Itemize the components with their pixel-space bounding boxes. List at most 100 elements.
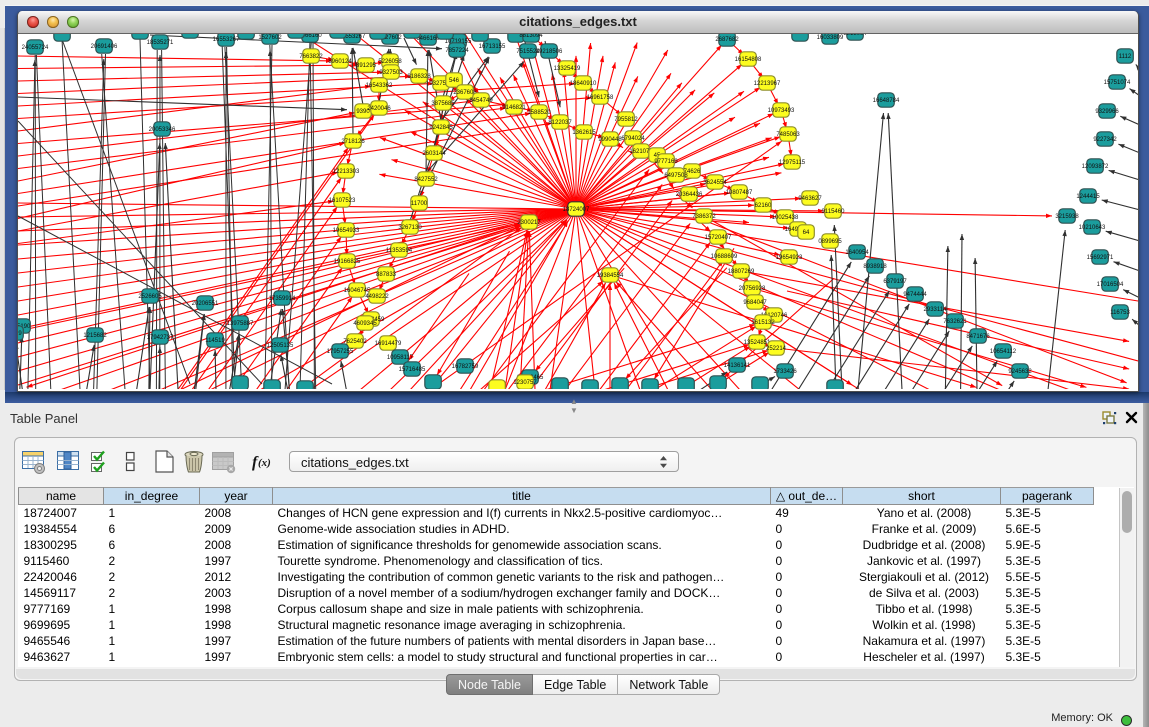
- svg-text:15720407: 15720407: [705, 235, 732, 241]
- svg-text:17016504: 17016504: [1097, 282, 1124, 288]
- svg-text:1588520: 1588520: [527, 110, 551, 116]
- svg-text:62160: 62160: [755, 203, 772, 209]
- svg-text:2526605: 2526605: [138, 294, 162, 300]
- svg-text:7955812: 7955812: [614, 117, 638, 123]
- svg-text:17957255: 17957255: [327, 349, 354, 355]
- svg-text:17942737: 17942737: [147, 335, 174, 341]
- svg-text:18535271: 18535271: [147, 40, 174, 46]
- svg-text:19654933: 19654933: [333, 228, 360, 234]
- svg-text:12213303: 12213303: [333, 169, 360, 175]
- svg-text:887833: 887833: [376, 272, 397, 278]
- svg-text:13975887: 13975887: [227, 321, 254, 327]
- svg-text:9242845: 9242845: [429, 125, 453, 131]
- svg-text:2603144: 2603144: [422, 151, 446, 157]
- svg-text:9777169: 9777169: [654, 159, 678, 165]
- svg-text:5226058: 5226058: [378, 59, 402, 65]
- svg-text:8427552: 8427552: [414, 177, 438, 183]
- svg-text:16107523: 16107523: [329, 198, 356, 204]
- svg-text:1244415: 1244415: [1076, 194, 1100, 200]
- svg-text:20691406: 20691406: [91, 44, 118, 50]
- svg-text:8960124: 8960124: [328, 59, 352, 65]
- svg-text:20364436: 20364436: [676, 192, 703, 198]
- svg-text:10973493: 10973493: [768, 108, 795, 114]
- svg-text:10210643: 10210643: [1079, 225, 1106, 231]
- svg-text:20053346: 20053346: [149, 127, 176, 133]
- svg-text:1733426: 1733426: [773, 369, 797, 375]
- svg-text:1362615: 1362615: [572, 130, 596, 136]
- svg-text:252214: 252214: [766, 346, 787, 352]
- svg-text:7663822: 7663822: [299, 54, 323, 60]
- svg-text:1640954: 1640954: [845, 250, 869, 256]
- svg-text:546: 546: [449, 78, 460, 84]
- svg-text:18807269: 18807269: [728, 269, 755, 275]
- svg-text:3624554: 3624554: [703, 180, 727, 186]
- svg-text:15716485: 15716485: [399, 367, 426, 373]
- svg-text:116753: 116753: [1110, 310, 1130, 316]
- svg-text:11353594: 11353594: [386, 248, 413, 254]
- svg-text:1215682: 1215682: [83, 333, 107, 339]
- svg-text:2420046: 2420046: [367, 106, 391, 112]
- svg-text:3919: 3919: [18, 331, 22, 337]
- svg-text:15692971: 15692971: [1087, 255, 1114, 261]
- svg-text:64: 64: [803, 230, 810, 236]
- svg-text:9245632: 9245632: [1008, 369, 1032, 375]
- svg-text:10025438: 10025438: [772, 215, 799, 221]
- svg-text:6794024: 6794024: [621, 136, 645, 142]
- svg-text:18640910: 18640910: [570, 81, 597, 87]
- svg-text:1230757: 1230757: [513, 380, 537, 386]
- svg-text:24055724: 24055724: [22, 45, 49, 51]
- svg-text:8813094: 8813094: [843, 34, 867, 37]
- svg-text:11700: 11700: [411, 201, 428, 207]
- svg-text:0899695: 0899695: [818, 239, 842, 245]
- svg-text:8471676: 8471676: [966, 334, 990, 340]
- svg-text:20206551: 20206551: [192, 301, 219, 307]
- svg-text:16914479: 16914479: [375, 341, 402, 347]
- svg-text:10688609: 10688609: [711, 254, 738, 260]
- svg-text:2687682: 2687682: [715, 37, 739, 43]
- svg-text:891295: 891295: [356, 63, 377, 69]
- svg-text:4498222: 4498222: [365, 294, 389, 300]
- svg-text:6379197: 6379197: [883, 279, 907, 285]
- svg-text:19218506: 19218506: [536, 49, 563, 55]
- svg-text:14136141: 14136141: [724, 363, 751, 369]
- svg-text:16713155: 16713155: [479, 44, 506, 50]
- svg-text:1615132: 1615132: [751, 320, 775, 326]
- svg-text:6497508: 6497508: [664, 173, 688, 179]
- svg-text:7485063: 7485063: [776, 132, 800, 138]
- svg-text:9146821: 9146821: [502, 105, 526, 111]
- svg-text:16553267: 16553267: [213, 37, 240, 43]
- svg-text:10958117: 10958117: [387, 355, 414, 361]
- svg-text:8813094: 8813094: [519, 34, 543, 39]
- svg-text:16033809: 16033809: [817, 35, 844, 41]
- svg-text:19384554: 19384554: [597, 273, 624, 279]
- svg-text:19166825: 19166825: [334, 259, 361, 265]
- svg-text:16033809: 16033809: [399, 34, 426, 35]
- svg-text:19654923: 19654923: [776, 255, 803, 261]
- svg-text:7857224: 7857224: [445, 48, 469, 54]
- svg-text:2300217: 2300217: [517, 220, 541, 226]
- svg-text:9327503: 9327503: [379, 70, 403, 76]
- svg-text:1112: 1112: [1119, 54, 1132, 60]
- svg-text:2933114: 2933114: [924, 307, 948, 313]
- svg-text:8186328: 8186328: [407, 74, 431, 80]
- svg-text:(x): (x): [258, 457, 271, 469]
- svg-text:3267130: 3267130: [398, 225, 422, 231]
- svg-text:12505135: 12505135: [267, 343, 294, 349]
- svg-text:8454749: 8454749: [469, 98, 493, 104]
- svg-text:9463627: 9463627: [798, 196, 822, 202]
- svg-text:13325419: 13325419: [554, 66, 581, 72]
- svg-text:16543362: 16543362: [366, 83, 393, 89]
- svg-text:18724007: 18724007: [563, 207, 590, 213]
- svg-text:3215938: 3215938: [1055, 214, 1079, 220]
- svg-text:12975115: 12975115: [779, 160, 806, 166]
- svg-text:16782759: 16782759: [452, 364, 479, 370]
- svg-text:8122037: 8122037: [548, 120, 572, 126]
- svg-text:7386372: 7386372: [692, 214, 716, 220]
- svg-text:9329966: 9329966: [1095, 109, 1119, 115]
- svg-text:7632621: 7632621: [943, 319, 967, 325]
- svg-text:9990448: 9990448: [598, 137, 622, 143]
- svg-text:12093872: 12093872: [1082, 164, 1109, 170]
- svg-text:9115460: 9115460: [822, 209, 846, 215]
- svg-text:10654112: 10654112: [990, 349, 1017, 355]
- svg-text:3875685: 3875685: [431, 101, 455, 107]
